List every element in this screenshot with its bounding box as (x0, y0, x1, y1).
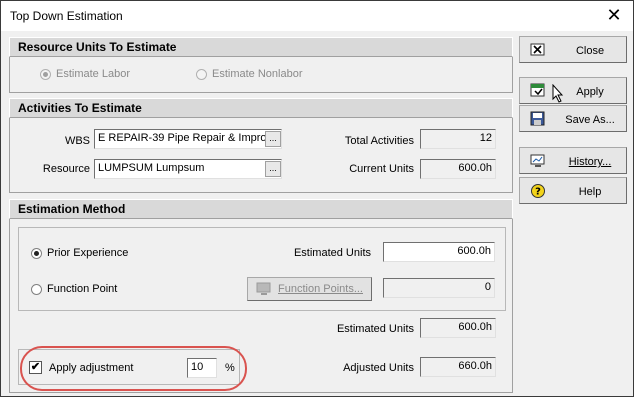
mouse-pointer-icon (552, 83, 564, 107)
history-button[interactable]: History... (519, 147, 627, 174)
estimated-units-field[interactable]: 600.0h (383, 242, 495, 262)
resource-units-panel: Estimate Labor Estimate Nonlabor (9, 57, 513, 93)
save-as-button[interactable]: Save As... (519, 105, 627, 132)
resource-browse-button[interactable]: ... (265, 161, 281, 177)
estimate-nonlabor-radio[interactable] (196, 69, 207, 80)
resource-label: Resource (42, 163, 90, 175)
wbs-browse-button[interactable]: ... (265, 131, 281, 147)
close-window-icon[interactable]: ✕ (603, 4, 625, 26)
apply-button-label: Apply (576, 86, 604, 98)
function-points-icon (256, 282, 272, 298)
current-units-label: Current Units (349, 163, 414, 175)
title-bar: Top Down Estimation ✕ (1, 1, 633, 31)
wbs-field[interactable]: E REPAIR-39 Pipe Repair & Improve (94, 129, 282, 149)
method-options-group: Prior Experience Estimated Units 600.0h … (18, 227, 506, 311)
prior-experience-radio[interactable] (31, 248, 42, 259)
help-button[interactable]: ? Help (519, 177, 627, 204)
help-icon: ? (530, 183, 546, 199)
close-button[interactable]: Close (519, 36, 627, 63)
activities-panel: WBS E REPAIR-39 Pipe Repair & Improve ..… (9, 118, 513, 193)
estimate-nonlabor-label: Estimate Nonlabor (212, 68, 303, 80)
window-title: Top Down Estimation (10, 9, 123, 23)
prior-experience-label: Prior Experience (47, 247, 129, 259)
close-dialog-icon (530, 42, 546, 58)
function-points-button[interactable]: Function Points... (247, 277, 372, 301)
total-activities-label: Total Activities (344, 135, 414, 147)
wbs-label: WBS (64, 135, 90, 147)
highlight-ellipse (20, 346, 247, 391)
estimation-method-header: Estimation Method (9, 199, 513, 219)
close-button-label: Close (575, 45, 605, 57)
estimate-labor-radio[interactable] (40, 69, 51, 80)
function-points-value: 0 (383, 278, 495, 298)
adjusted-units-label: Adjusted Units (343, 362, 414, 374)
activities-header: Activities To Estimate (9, 98, 513, 118)
resource-field[interactable]: LUMPSUM Lumpsum (94, 159, 282, 179)
adjusted-units-value: 660.0h (420, 357, 496, 377)
history-button-label: History... (568, 156, 612, 168)
estimate-labor-label: Estimate Labor (56, 68, 130, 80)
history-icon (530, 153, 546, 169)
resource-units-header: Resource Units To Estimate (9, 37, 513, 57)
estimated-units-value-2: 600.0h (420, 318, 496, 338)
total-activities-value: 12 (420, 129, 496, 149)
help-button-label: Help (578, 186, 602, 198)
current-units-value: 600.0h (420, 159, 496, 179)
apply-button[interactable]: Apply (519, 77, 627, 104)
function-point-radio[interactable] (31, 284, 42, 295)
save-as-button-label: Save As... (565, 114, 615, 126)
apply-icon (530, 83, 546, 99)
function-points-label: Function Points... (278, 283, 363, 295)
save-as-icon (530, 111, 546, 127)
function-point-label: Function Point (47, 283, 118, 295)
top-down-estimation-dialog: Top Down Estimation ✕ Resource Units To … (0, 0, 634, 397)
svg-text:?: ? (535, 187, 541, 198)
estimated-units-label-2: Estimated Units (336, 323, 414, 335)
estimated-units-label: Estimated Units (293, 247, 371, 259)
